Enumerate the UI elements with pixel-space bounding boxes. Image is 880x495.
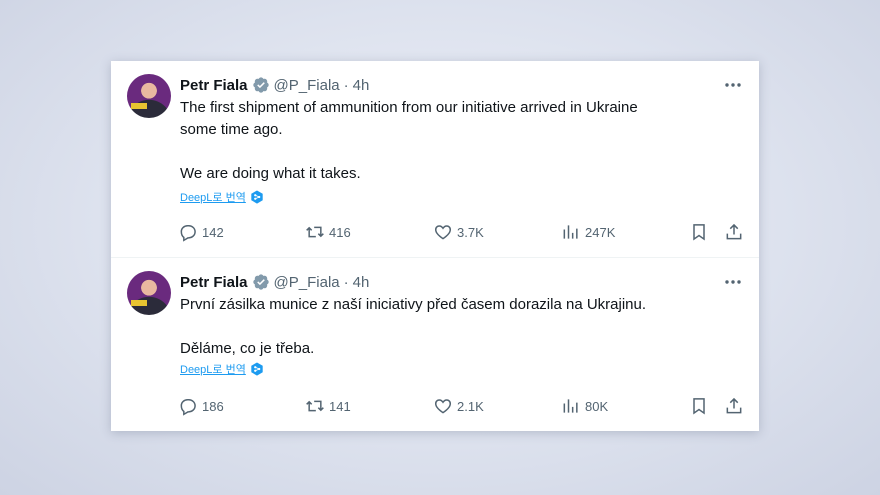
reply-button[interactable]: 142: [178, 221, 224, 243]
retweet-button[interactable]: 141: [305, 395, 351, 417]
tweet-thread-card: Petr Fiala @P_Fiala · 4h The first shipm…: [111, 61, 759, 431]
tweet-actions: 142 416 3.7K 247K: [178, 221, 744, 243]
separator: ·: [343, 273, 349, 291]
tweet[interactable]: Petr Fiala @P_Fiala · 4h The first shipm…: [111, 61, 759, 258]
views-button[interactable]: 80K: [561, 395, 608, 417]
tweet-text: První zásilka munice z naší iniciativy p…: [180, 296, 647, 357]
timestamp[interactable]: 4h: [353, 77, 370, 94]
translate-link[interactable]: DeepL로 번역: [180, 361, 264, 377]
tweet-actions: 186 141 2.1K 80K: [178, 395, 744, 417]
translate-label[interactable]: DeepL로 번역: [180, 189, 246, 205]
author-handle[interactable]: @P_Fiala: [274, 274, 340, 291]
share-icon: [726, 223, 742, 240]
more-options-icon[interactable]: [723, 75, 743, 95]
deepl-icon: [250, 190, 264, 204]
views-button[interactable]: 247K: [561, 221, 615, 243]
tweet[interactable]: Petr Fiala @P_Fiala · 4h První zásilka m…: [111, 258, 759, 431]
more-options-icon[interactable]: [723, 272, 743, 292]
views-icon: [563, 225, 578, 239]
bookmark-button[interactable]: [689, 395, 709, 417]
reply-count: 142: [202, 224, 224, 240]
views-icon: [563, 399, 578, 413]
retweet-button[interactable]: 416: [305, 221, 351, 243]
reply-count: 186: [202, 398, 224, 414]
verified-badge-icon: [252, 273, 270, 291]
avatar[interactable]: [127, 271, 171, 315]
bookmark-button[interactable]: [689, 221, 709, 243]
translate-link[interactable]: DeepL로 번역: [180, 189, 264, 205]
view-count: 247K: [585, 224, 616, 240]
like-button[interactable]: 2.1K: [433, 395, 484, 417]
share-button[interactable]: [724, 395, 744, 417]
separator: ·: [343, 76, 349, 94]
heart-icon: [434, 225, 452, 240]
avatar[interactable]: [127, 74, 171, 118]
translate-label[interactable]: DeepL로 번역: [180, 361, 246, 377]
tweet-header: Petr Fiala @P_Fiala · 4h: [180, 75, 369, 95]
retweet-count: 416: [329, 224, 351, 240]
deepl-icon: [250, 362, 264, 376]
bookmark-icon: [693, 224, 705, 241]
reply-button[interactable]: 186: [178, 395, 224, 417]
like-button[interactable]: 3.7K: [433, 221, 484, 243]
tweet-text: The first shipment of ammunition from ou…: [180, 99, 638, 182]
like-count: 2.1K: [457, 398, 484, 414]
author-name[interactable]: Petr Fiala: [180, 77, 248, 94]
timestamp[interactable]: 4h: [353, 274, 370, 291]
tweet-header: Petr Fiala @P_Fiala · 4h: [180, 272, 369, 292]
share-button[interactable]: [724, 221, 744, 243]
retweet-count: 141: [329, 398, 351, 414]
view-count: 80K: [585, 398, 609, 414]
bookmark-icon: [693, 398, 705, 415]
author-name[interactable]: Petr Fiala: [180, 274, 248, 291]
retweet-icon: [306, 226, 324, 238]
like-count: 3.7K: [457, 224, 484, 240]
reply-icon: [180, 225, 196, 242]
verified-badge-icon: [252, 76, 270, 94]
retweet-icon: [306, 400, 324, 412]
heart-icon: [434, 399, 452, 414]
author-handle[interactable]: @P_Fiala: [274, 77, 340, 94]
share-icon: [726, 397, 742, 414]
reply-icon: [180, 399, 196, 416]
